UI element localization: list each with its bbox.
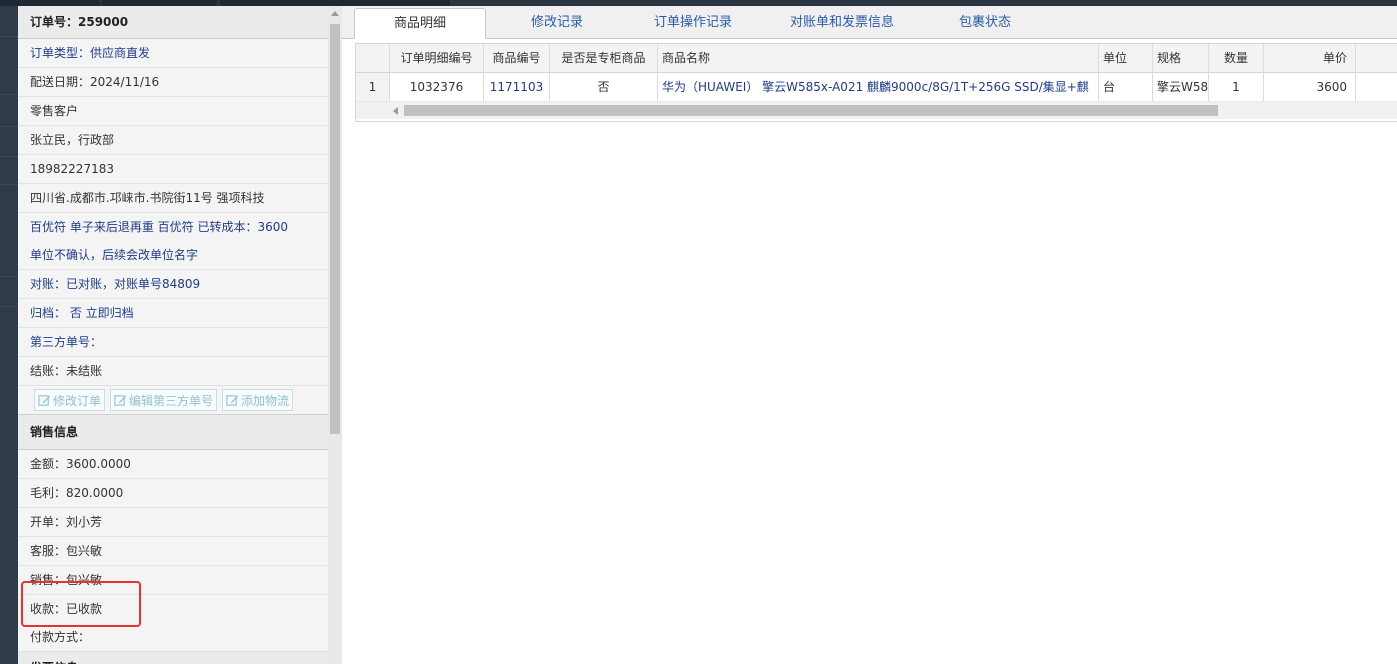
contact-phone: 18982227183 <box>18 155 328 184</box>
gross-profit: 毛利：820.0000 <box>18 479 328 508</box>
grid-horizontal-scrollbar[interactable] <box>356 102 1397 119</box>
detail-panel: 商品明细 修改记录 订单操作记录 对账单和发票信息 包裹状态 订单明细编号 商品… <box>342 6 1397 664</box>
detail-number-cell: 1032376 <box>390 73 484 101</box>
left-nav-strip <box>0 6 18 664</box>
column-header[interactable] <box>356 44 390 72</box>
settlement-status: 结账：未结账 <box>18 357 328 386</box>
payment-received: 收款：已收款 <box>30 602 103 616</box>
edit-icon <box>114 394 127 406</box>
detail-tabs: 商品明细 修改记录 订单操作记录 对账单和发票信息 包裹状态 <box>342 6 1397 39</box>
order-note-2: 单位不确认，后续会改单位名字 <box>18 241 328 270</box>
tab-change-log[interactable]: 修改记录 <box>492 8 622 38</box>
column-header[interactable]: 单位 <box>1099 44 1153 72</box>
column-header[interactable]: 单价 <box>1264 44 1356 72</box>
salesperson: 销售：包兴敏 <box>18 566 328 595</box>
table-row[interactable]: 1 1032376 1171103 否 华为（HUAWEI） 擎云W585x-A… <box>356 73 1397 102</box>
scroll-up-arrow-icon[interactable] <box>331 11 339 16</box>
order-type: 订单类型：供应商直发 <box>18 39 328 68</box>
payment-method: 付款方式： <box>18 623 328 652</box>
add-logistics-label: 添加物流 <box>241 393 290 408</box>
edit-icon <box>226 394 239 406</box>
reconcile-status: 对账：已对账，对账单号84809 <box>18 270 328 299</box>
customer-type: 零售客户 <box>18 97 328 126</box>
grid-header: 订单明细编号 商品编号 是否是专柜商品 商品名称 单位 规格 数量 单价 <box>356 44 1397 73</box>
tab-package-status[interactable]: 包裹状态 <box>920 8 1050 38</box>
archive-status: 归档： 否 立即归档 <box>18 299 328 328</box>
sales-amount: 金额：3600.0000 <box>18 450 328 479</box>
row-number: 1 <box>356 73 390 101</box>
add-logistics-button[interactable]: 添加物流 <box>222 389 294 411</box>
column-header[interactable]: 订单明细编号 <box>390 44 484 72</box>
unit-price-cell: 3600 <box>1264 73 1356 101</box>
spec-cell: 擎云W585 <box>1153 73 1209 101</box>
edit-icon <box>38 394 51 406</box>
edit-third-party-button[interactable]: 编辑第三方单号 <box>110 389 218 411</box>
unit-cell: 台 <box>1099 73 1153 101</box>
product-name-link[interactable]: 华为（HUAWEI） 擎云W585x-A021 麒麟9000c/8G/1T+25… <box>658 73 1099 101</box>
tab-operation-log[interactable]: 订单操作记录 <box>628 8 758 38</box>
contact-person: 张立民，行政部 <box>18 126 328 155</box>
quantity-cell: 1 <box>1209 73 1264 101</box>
tab-reconcile-invoice[interactable]: 对账单和发票信息 <box>762 8 922 38</box>
edit-third-party-label: 编辑第三方单号 <box>129 393 214 408</box>
scroll-left-arrow-icon[interactable] <box>393 107 398 115</box>
product-grid: 订单明细编号 商品编号 是否是专柜商品 商品名称 单位 规格 数量 单价 1 1… <box>355 43 1397 122</box>
delivery-address: 四川省.成都市.邛崃市.书院街11号 强项科技 <box>18 184 328 213</box>
edit-order-button[interactable]: 修改订单 <box>34 389 106 411</box>
third-party-number: 第三方单号： <box>18 328 328 357</box>
order-number: 订单号：259000 <box>18 6 328 39</box>
scrollbar-thumb[interactable] <box>330 24 340 434</box>
scrollbar-thumb[interactable] <box>404 105 1218 116</box>
column-header[interactable]: 是否是专柜商品 <box>550 44 658 72</box>
order-action-buttons: 修改订单 编辑第三方单号 添加物流 <box>18 386 328 415</box>
invoice-section-title: 发票信息 <box>18 652 328 664</box>
column-header[interactable]: 规格 <box>1153 44 1209 72</box>
edit-order-label: 修改订单 <box>53 393 102 408</box>
delivery-date: 配送日期：2024/11/16 <box>18 68 328 97</box>
left-panel-scrollbar[interactable] <box>328 6 342 664</box>
order-note-1: 百优符 单子来后退再重 百优符 已转成本：3600 <box>30 220 288 234</box>
product-code-link[interactable]: 1171103 <box>484 73 550 101</box>
order-issuer: 开单：刘小芳 <box>18 508 328 537</box>
tab-product-details[interactable]: 商品明细 <box>354 8 486 39</box>
column-header[interactable]: 商品编号 <box>484 44 550 72</box>
sales-section-title: 销售信息 <box>18 415 328 450</box>
order-info-panel: 订单号：259000 订单类型：供应商直发 配送日期：2024/11/16 零售… <box>18 6 329 664</box>
customer-service: 客服：包兴敏 <box>18 537 328 566</box>
column-header[interactable]: 数量 <box>1209 44 1264 72</box>
counter-product-cell: 否 <box>550 73 658 101</box>
column-header[interactable]: 商品名称 <box>658 44 1099 72</box>
